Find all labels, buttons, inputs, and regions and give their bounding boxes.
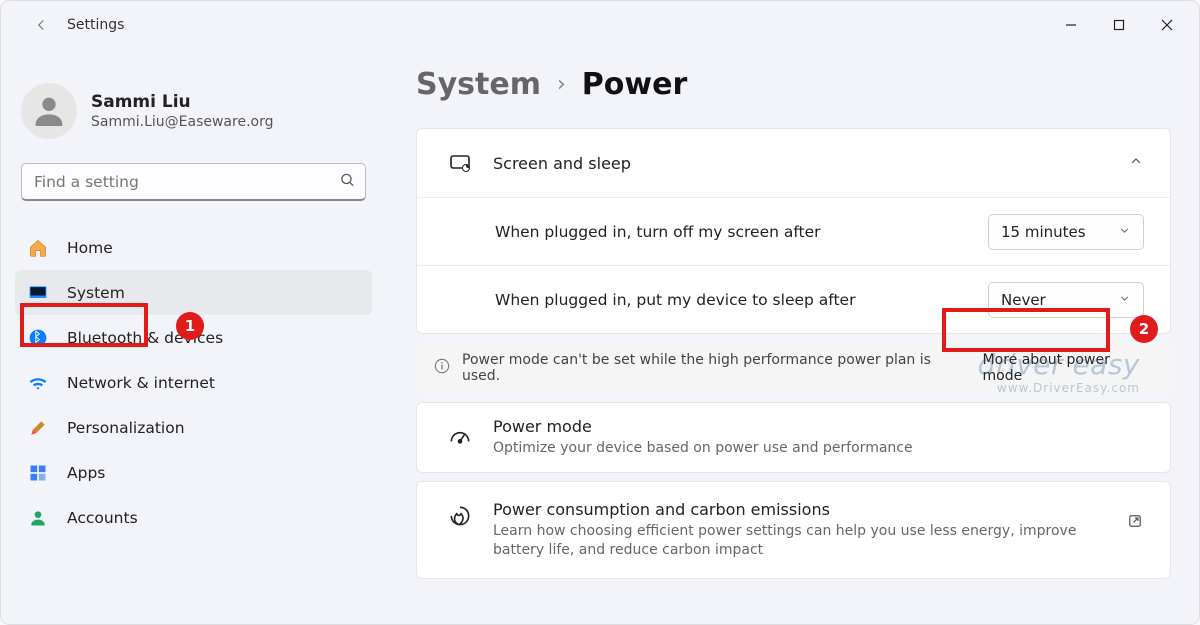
sleep-after-value: Never xyxy=(1001,291,1046,309)
screen-sleep-title: Screen and sleep xyxy=(493,154,631,173)
sidebar-item-network[interactable]: Network & internet xyxy=(15,360,372,405)
back-button[interactable] xyxy=(21,5,61,45)
accounts-icon xyxy=(27,507,49,529)
apps-icon xyxy=(27,462,49,484)
home-icon xyxy=(27,237,49,259)
search-input[interactable] xyxy=(21,163,366,201)
popout-icon[interactable] xyxy=(1110,500,1144,534)
maximize-button[interactable] xyxy=(1095,5,1143,45)
system-icon xyxy=(27,282,49,304)
leaf-icon xyxy=(443,500,477,530)
back-arrow-icon xyxy=(32,16,50,34)
power-mode-infobar: Power mode can't be set while the high p… xyxy=(416,342,1171,394)
sidebar-item-apps[interactable]: Apps xyxy=(15,450,372,495)
maximize-icon xyxy=(1113,19,1125,31)
profile-name: Sammi Liu xyxy=(91,92,273,112)
carbon-title: Power consumption and carbon emissions xyxy=(493,500,1110,519)
profile-block[interactable]: Sammi Liu Sammi.Liu@Easeware.org xyxy=(15,73,372,155)
infobar-text: Power mode can't be set while the high p… xyxy=(462,352,971,384)
sidebar-item-label: Network & internet xyxy=(67,374,215,392)
sidebar-item-home[interactable]: Home xyxy=(15,225,372,270)
search-box xyxy=(21,163,366,201)
chevron-up-icon xyxy=(1128,153,1144,173)
sleep-after-dropdown[interactable]: Never xyxy=(988,282,1144,318)
close-icon xyxy=(1161,19,1173,31)
window-controls xyxy=(1047,5,1191,45)
titlebar: Settings xyxy=(1,1,1199,49)
minimize-button[interactable] xyxy=(1047,5,1095,45)
close-button[interactable] xyxy=(1143,5,1191,45)
sidebar-item-system[interactable]: System xyxy=(15,270,372,315)
carbon-card: Power consumption and carbon emissions L… xyxy=(416,481,1171,579)
screen-off-label: When plugged in, turn off my screen afte… xyxy=(495,223,821,241)
app-title: Settings xyxy=(67,17,124,33)
bluetooth-icon xyxy=(27,327,49,349)
chevron-right-icon: › xyxy=(557,72,566,97)
search-icon xyxy=(339,172,356,193)
screen-sleep-icon xyxy=(443,151,477,175)
sidebar-item-label: Personalization xyxy=(67,419,185,437)
carbon-sub: Learn how choosing efficient power setti… xyxy=(493,522,1110,560)
power-mode-sub: Optimize your device based on power use … xyxy=(493,439,913,458)
sidebar-item-label: System xyxy=(67,284,125,302)
sidebar-item-label: Home xyxy=(67,239,113,257)
screen-off-row: When plugged in, turn off my screen afte… xyxy=(417,197,1170,265)
gauge-icon xyxy=(443,424,477,450)
power-mode-row[interactable]: Power mode Optimize your device based on… xyxy=(417,403,1170,472)
brush-icon xyxy=(27,417,49,439)
breadcrumb: System › Power xyxy=(416,67,1171,102)
person-icon xyxy=(29,91,69,131)
settings-window: Settings Sammi Liu Sammi.Liu@Easeware.o xyxy=(0,0,1200,625)
wifi-icon xyxy=(27,372,49,394)
power-mode-title: Power mode xyxy=(493,417,913,436)
screen-sleep-card: Screen and sleep When plugged in, turn o… xyxy=(416,128,1171,334)
nav-list: Home System Bluetooth & devices Network … xyxy=(15,225,372,540)
avatar xyxy=(21,83,77,139)
chevron-down-icon xyxy=(1118,223,1131,241)
sidebar-item-accounts[interactable]: Accounts xyxy=(15,495,372,540)
breadcrumb-parent[interactable]: System xyxy=(416,67,541,102)
minimize-icon xyxy=(1065,19,1077,31)
main-content: System › Power Screen and sleep Wh xyxy=(386,49,1199,624)
sleep-after-row: When plugged in, put my device to sleep … xyxy=(417,265,1170,333)
sidebar-item-label: Apps xyxy=(67,464,105,482)
power-mode-card: Power mode Optimize your device based on… xyxy=(416,402,1171,473)
infobar-more-link[interactable]: More about power mode xyxy=(983,352,1153,384)
screen-off-dropdown[interactable]: 15 minutes xyxy=(988,214,1144,250)
chevron-down-icon xyxy=(1118,291,1131,309)
sidebar-item-label: Accounts xyxy=(67,509,138,527)
carbon-row[interactable]: Power consumption and carbon emissions L… xyxy=(417,482,1170,578)
annotation-badge-1: 1 xyxy=(176,312,204,340)
sleep-after-label: When plugged in, put my device to sleep … xyxy=(495,291,855,309)
annotation-badge-2: 2 xyxy=(1130,315,1158,343)
sidebar-item-personalization[interactable]: Personalization xyxy=(15,405,372,450)
screen-sleep-header[interactable]: Screen and sleep xyxy=(417,129,1170,197)
profile-email: Sammi.Liu@Easeware.org xyxy=(91,114,273,130)
screen-off-value: 15 minutes xyxy=(1001,223,1086,241)
info-icon xyxy=(434,358,450,378)
breadcrumb-current: Power xyxy=(582,67,687,102)
